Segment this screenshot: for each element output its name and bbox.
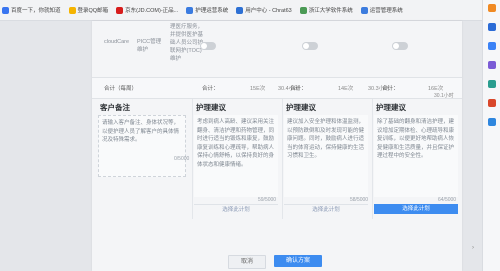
bookmark-icon bbox=[360, 6, 368, 14]
send-icon[interactable] bbox=[487, 118, 496, 126]
customer-note-textarea[interactable]: 请输入客户备注、身体状况等，以便护理人员了解客户的具体情况及特殊需求。 bbox=[98, 115, 186, 177]
care-suggestion-text[interactable]: 除了基础的翻身和清洁护理，建议增加定期体检、心理疏导和康复训练，以便更好地帮助病… bbox=[374, 115, 458, 197]
outlook-icon[interactable] bbox=[487, 23, 496, 31]
scroll-arrow-icon[interactable]: › bbox=[472, 245, 479, 252]
bookmark-6[interactable]: 浙江大学软件系统 bbox=[299, 6, 353, 14]
service-toggle-1[interactable] bbox=[200, 42, 216, 50]
weekly-total-row: 合计（每周） 合计： 15E次 30.4小时 合计： 14E次 30.3小时 合… bbox=[92, 77, 462, 99]
service-toggle-2[interactable] bbox=[302, 42, 318, 50]
care-suggestion-counter: 64/5000 bbox=[438, 197, 457, 203]
total-label: 合计： bbox=[202, 86, 219, 92]
total-label: 合计： bbox=[290, 86, 307, 92]
bookmark-icon bbox=[68, 6, 76, 14]
select-plan-button[interactable]: 选择此计划 bbox=[194, 204, 278, 215]
bookmark-4[interactable]: 护理运营系统 bbox=[186, 6, 228, 14]
bookmark-7[interactable]: 运营管理系统 bbox=[360, 6, 403, 14]
bookmark-icon bbox=[186, 6, 194, 14]
column-divider bbox=[282, 99, 283, 219]
total-count: 14E次 bbox=[338, 86, 354, 92]
total-time: 30.1小时 bbox=[434, 93, 454, 99]
care-suggestion-counter: 59/5000 bbox=[258, 197, 277, 203]
bookmark-icon bbox=[116, 6, 124, 14]
service-toggle-3[interactable] bbox=[392, 42, 408, 50]
care-suggestion-title: 护理建议 bbox=[196, 103, 226, 112]
bookmarks-bar: 百度一下，你就知道 登录QQ邮箱 京东(JD.COM)-正品... 护理运营系统… bbox=[0, 0, 484, 21]
row-name: cloudCare bbox=[104, 39, 130, 45]
bookmark-1[interactable]: 百度一下，你就知道 bbox=[2, 6, 61, 14]
customer-note-title: 客户备注 bbox=[100, 103, 130, 112]
bookmark-5[interactable]: 用户中心 - Chrat63 bbox=[236, 6, 292, 14]
puzzle-icon[interactable] bbox=[487, 80, 496, 88]
select-plan-button[interactable]: 选择此计划 bbox=[284, 204, 368, 215]
page-content: cloudCare PICC管理维护 理医疗服务，并提供医护基础人员公司护联网护… bbox=[0, 21, 482, 271]
row-description: 理医疗服务，并提供医护基础人员公司护联网护(TOC)维护 bbox=[170, 24, 204, 62]
office-icon[interactable] bbox=[487, 99, 496, 107]
column-divider bbox=[372, 99, 373, 219]
select-plan-button-selected[interactable]: 选择此计划 bbox=[374, 204, 458, 214]
total-count: 16E次 bbox=[428, 86, 444, 92]
bookmark-icon bbox=[236, 6, 244, 14]
care-suggestion-title: 护理建议 bbox=[286, 103, 316, 112]
care-plan-panel: cloudCare PICC管理维护 理医疗服务，并提供医护基础人员公司护联网护… bbox=[92, 21, 462, 271]
browser-sidebar bbox=[482, 0, 500, 271]
cancel-button[interactable]: 取消 bbox=[228, 255, 266, 269]
games-icon[interactable] bbox=[487, 61, 496, 69]
care-suggestion-text[interactable]: 建议加入安全护理和体温监测，以预防跌倒和及时发现可能的健康问题。同时，鼓励病人进… bbox=[284, 115, 368, 197]
customer-note-counter: 0/5000 bbox=[174, 156, 190, 162]
confirm-plan-button[interactable]: 确认方案 bbox=[274, 255, 322, 267]
total-count: 15E次 bbox=[250, 86, 266, 92]
bookmark-2[interactable]: 登录QQ邮箱 bbox=[68, 6, 108, 14]
column-divider bbox=[192, 99, 193, 219]
row-service: PICC管理维护 bbox=[137, 39, 162, 53]
care-suggestion-counter: 58/5000 bbox=[350, 197, 369, 203]
bookmark-3[interactable]: 京东(JD.COM)-正品... bbox=[116, 6, 178, 14]
care-suggestion-title: 护理建议 bbox=[376, 103, 406, 112]
bookmark-icon bbox=[2, 6, 9, 14]
extension-icon[interactable] bbox=[487, 4, 496, 12]
care-suggestion-text[interactable]: 考虑到病人高龄、建议采用关注翻身、清洁护理和药物管理，同时进行适当的锻炼和康复，… bbox=[194, 115, 278, 197]
total-label: 合计： bbox=[382, 86, 399, 92]
shield-icon[interactable] bbox=[487, 42, 496, 50]
bookmark-icon bbox=[299, 6, 307, 14]
summary-label: 合计（每周） bbox=[104, 86, 138, 92]
